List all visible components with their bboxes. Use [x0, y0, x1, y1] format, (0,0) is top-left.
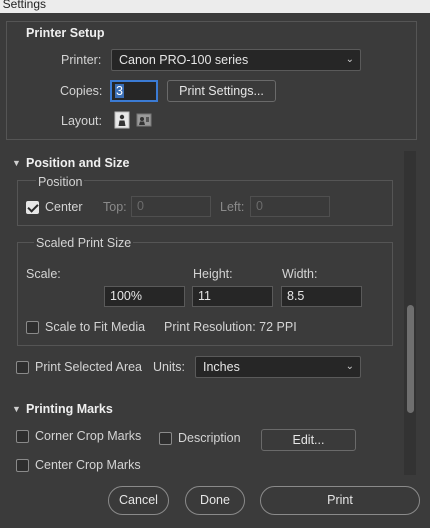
position-heading: Position	[36, 175, 85, 189]
description-label: Description	[178, 431, 241, 445]
printer-setup-heading: Printer Setup	[26, 26, 105, 40]
center-label: Center	[45, 200, 83, 214]
printer-label: Printer:	[61, 53, 102, 67]
units-label: Units:	[153, 360, 185, 374]
landscape-icon[interactable]	[136, 113, 152, 130]
center-checkbox[interactable]	[26, 201, 39, 214]
disclosure-expanded-icon[interactable]: ▼	[12, 158, 21, 168]
window-title-bar: t Settings	[0, 0, 430, 13]
width-label: Width:	[282, 267, 318, 281]
scale-to-fit-checkbox[interactable]	[26, 321, 39, 334]
done-button[interactable]: Done	[185, 486, 245, 515]
edit-button[interactable]: Edit...	[261, 429, 356, 451]
window-title: t Settings	[0, 0, 47, 11]
description-checkbox[interactable]	[159, 432, 172, 445]
height-field[interactable]: 11	[192, 286, 273, 307]
printer-select-value: Canon PRO-100 series	[119, 53, 249, 67]
corner-crop-marks-checkbox[interactable]	[16, 430, 29, 443]
chevron-down-icon: ⌄	[345, 54, 354, 65]
scale-label: Scale:	[26, 267, 61, 281]
options-scrollbar-thumb[interactable]	[407, 305, 414, 413]
scale-field[interactable]: 100%	[104, 286, 185, 307]
print-resolution-text: Print Resolution: 72 PPI	[164, 320, 297, 334]
corner-crop-marks-label: Corner Crop Marks	[35, 429, 142, 443]
scaled-print-size-heading: Scaled Print Size	[34, 236, 134, 250]
scale-to-fit-label: Scale to Fit Media	[45, 320, 146, 334]
left-field: 0	[250, 196, 330, 217]
printer-select[interactable]: Canon PRO-100 series ⌄	[111, 49, 361, 71]
top-label: Top:	[103, 200, 127, 214]
height-label: Height:	[193, 267, 233, 281]
print-selected-area-label: Print Selected Area	[35, 360, 143, 374]
top-field: 0	[131, 196, 211, 217]
copies-field[interactable]: 3	[110, 80, 158, 102]
print-selected-area-checkbox[interactable]	[16, 361, 29, 374]
print-settings-button[interactable]: Print Settings...	[167, 80, 276, 102]
width-field[interactable]: 8.5	[281, 286, 362, 307]
center-crop-marks-label: Center Crop Marks	[35, 458, 141, 472]
copies-value: 3	[115, 84, 124, 98]
units-select-value: Inches	[203, 360, 240, 374]
copies-label: Copies:	[60, 84, 103, 98]
portrait-icon[interactable]	[114, 111, 130, 132]
chevron-down-icon: ⌄	[345, 361, 354, 372]
left-label: Left:	[220, 200, 245, 214]
print-button[interactable]: Print	[260, 486, 420, 515]
disclosure-expanded-icon[interactable]: ▼	[12, 404, 21, 414]
layout-label: Layout:	[61, 114, 103, 128]
printing-marks-heading: Printing Marks	[26, 402, 113, 416]
position-size-heading: Position and Size	[26, 156, 130, 170]
cancel-button[interactable]: Cancel	[108, 486, 169, 515]
units-select[interactable]: Inches ⌄	[195, 356, 361, 378]
center-crop-marks-checkbox[interactable]	[16, 459, 29, 472]
